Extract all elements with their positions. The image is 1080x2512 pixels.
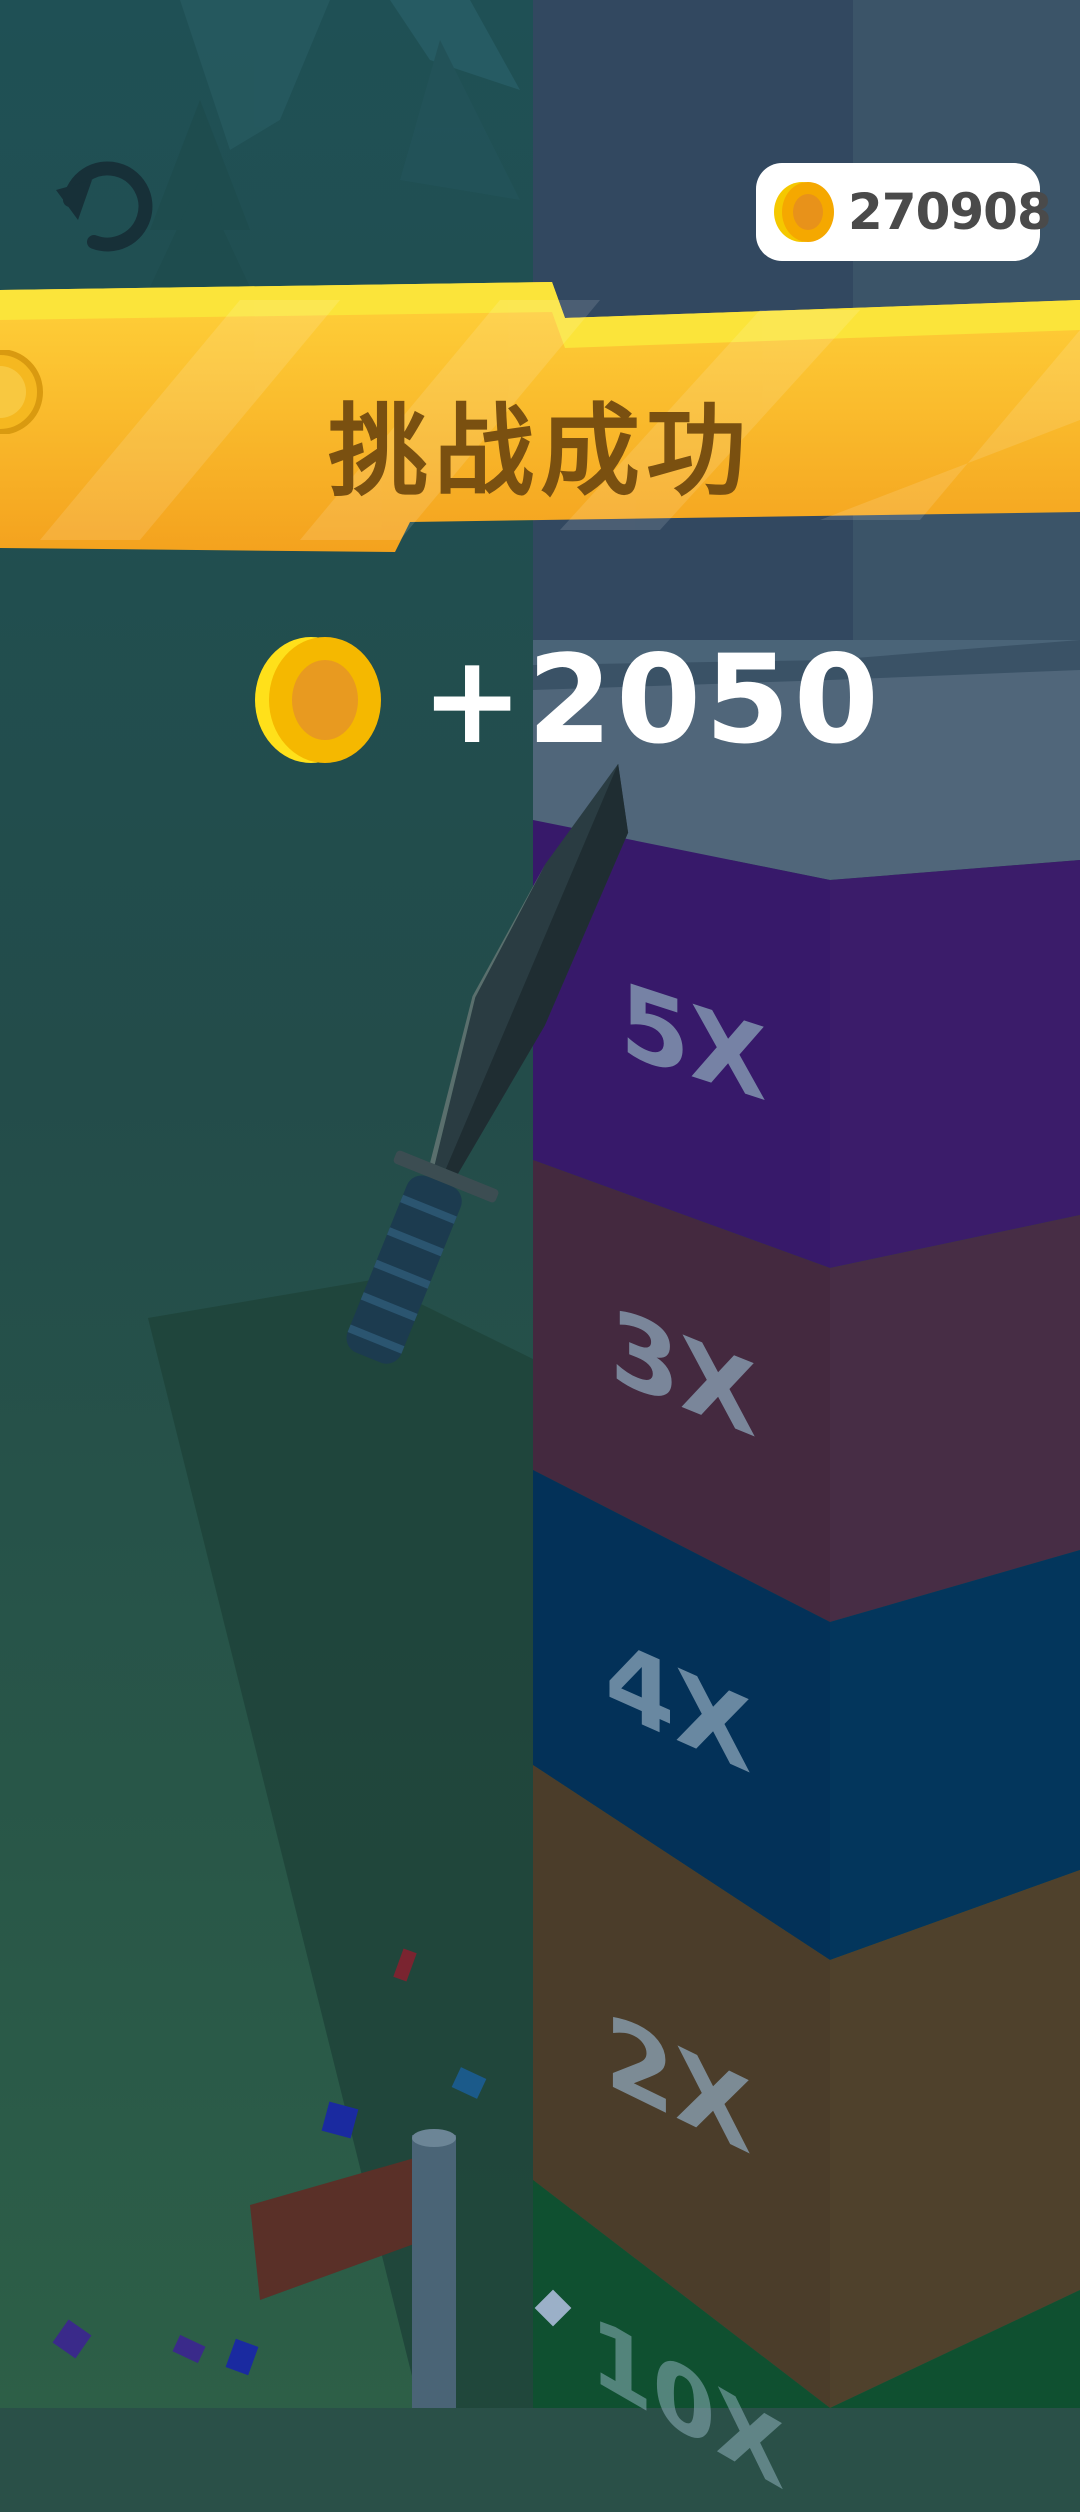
coin-counter: 270908 (756, 163, 1052, 261)
coin-icon (774, 182, 834, 242)
reward-amount: +2050 (421, 629, 883, 771)
coin-icon (255, 637, 381, 763)
challenge-success-title: 挑战成功 (328, 393, 752, 510)
game-scene (0, 0, 1080, 2408)
reward-display: +2050 (255, 629, 883, 771)
restart-icon[interactable] (52, 150, 162, 260)
coin-total: 270908 (848, 183, 1052, 241)
